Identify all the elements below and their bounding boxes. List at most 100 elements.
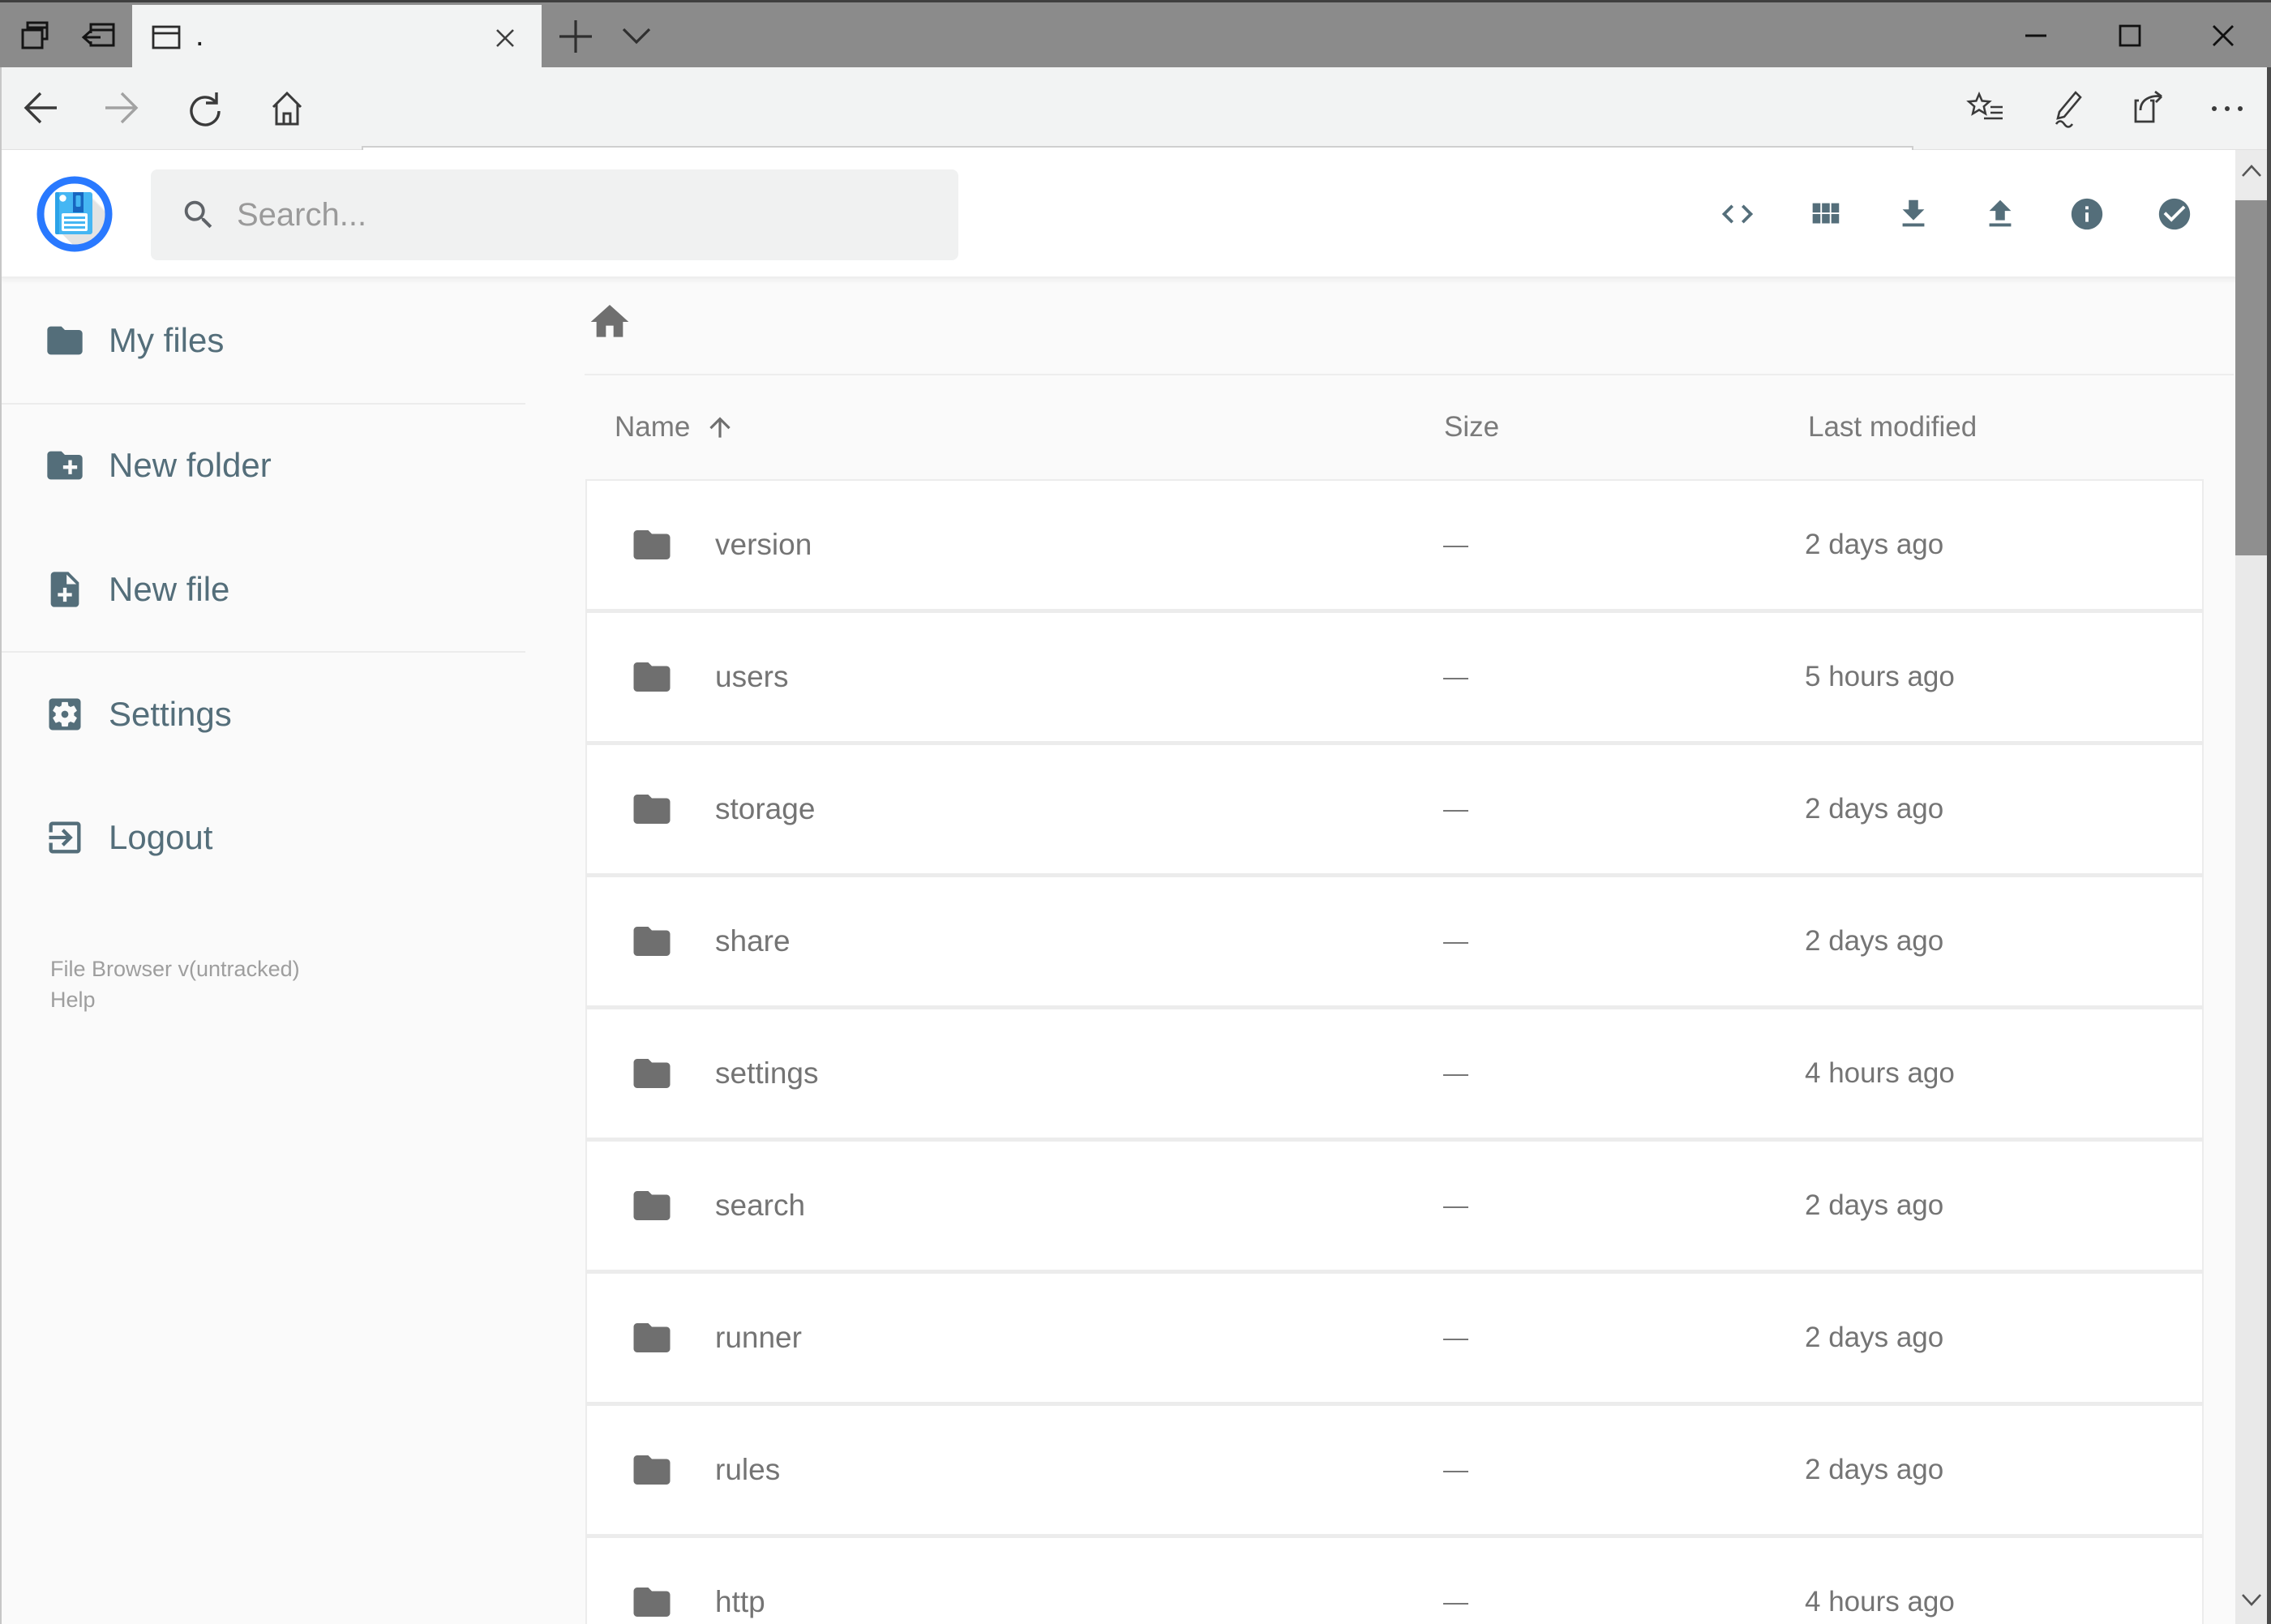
breadcrumb-divider [585, 374, 2234, 375]
scrollbar-up-button[interactable] [2235, 150, 2267, 199]
file-row[interactable]: version — 2 days ago [587, 481, 2202, 609]
file-name: http [715, 1585, 765, 1618]
scrollbar-down-button[interactable] [2235, 1575, 2267, 1624]
sidebar-item-label: Settings [109, 695, 232, 733]
folder-icon [633, 1191, 671, 1220]
filebrowser-header: Search... [0, 150, 2271, 278]
column-header-size[interactable]: Size [1444, 409, 1499, 446]
back-icon[interactable] [21, 90, 60, 129]
file-size: — [1443, 1191, 1468, 1219]
browser-navbar: filebrowser.web/files/ [0, 67, 2271, 207]
sort-ascending-arrow-icon [709, 417, 731, 438]
sidebar-divider [0, 403, 525, 405]
set-tabs-aside-icon[interactable] [79, 19, 118, 54]
file-row[interactable]: settings — 4 hours ago [587, 1009, 2202, 1138]
tab-title: . [195, 19, 204, 53]
screen: . Search... My files New folder New file… [0, 0, 2271, 1624]
file-row[interactable]: search — 2 days ago [587, 1142, 2202, 1270]
shell-code-icon[interactable] [1719, 195, 1756, 233]
file-name: settings [715, 1056, 819, 1090]
info-icon[interactable] [2068, 195, 2106, 233]
file-size: — [1443, 1323, 1468, 1352]
select-check-icon[interactable] [2156, 195, 2193, 233]
maximize-button[interactable] [2119, 24, 2141, 47]
file-size: — [1443, 662, 1468, 691]
share-icon[interactable] [2129, 89, 2168, 128]
file-row[interactable]: share — 2 days ago [587, 877, 2202, 1005]
file-row[interactable]: storage — 2 days ago [587, 745, 2202, 873]
file-modified: 2 days ago [1805, 793, 1944, 825]
sidebar-item-new-file[interactable]: New file [0, 547, 539, 632]
folder-icon [633, 1059, 671, 1088]
sidebar-item-label: Logout [109, 818, 213, 856]
scrollbar-thumb[interactable] [2235, 200, 2267, 555]
sidebar-item-logout[interactable]: Logout [0, 795, 539, 880]
folder-icon [633, 1323, 671, 1352]
settings-more-ellipsis-icon[interactable] [2208, 96, 2247, 121]
file-name: users [715, 660, 789, 693]
close-button[interactable] [2212, 24, 2235, 47]
web-note-pen-icon[interactable] [2048, 89, 2087, 128]
file-modified: 2 days ago [1805, 925, 1944, 957]
folder-icon [633, 530, 671, 559]
new-tab-icon[interactable] [558, 19, 593, 54]
file-name: share [715, 924, 791, 958]
new-file-icon [50, 572, 79, 607]
tab-list-chevron-icon[interactable] [621, 27, 652, 46]
sidebar-footer: File Browser v(untracked) Help [50, 953, 300, 1015]
file-row[interactable]: http — 4 hours ago [587, 1538, 2202, 1624]
tab-preview-icon[interactable] [21, 19, 54, 54]
file-size: — [1443, 1588, 1468, 1616]
column-header-modified-label: Last modified [1808, 411, 1977, 443]
settings-gear-icon [49, 698, 81, 731]
minimize-button[interactable] [2025, 24, 2047, 47]
folder-icon [633, 662, 671, 692]
filebrowser-logo [36, 176, 113, 252]
folder-icon [633, 1455, 671, 1485]
page-favicon [152, 25, 181, 49]
folder-icon [633, 1588, 671, 1617]
file-name: search [715, 1189, 806, 1222]
file-size: — [1443, 795, 1468, 823]
file-name: storage [715, 792, 816, 825]
logout-icon [49, 821, 81, 854]
browser-tab[interactable]: . [132, 5, 542, 70]
tab-close-icon[interactable] [494, 27, 516, 49]
breadcrumb-home-icon[interactable] [587, 299, 632, 345]
sidebar-item-settings[interactable]: Settings [0, 672, 539, 756]
file-size: — [1443, 530, 1468, 559]
file-modified: 2 days ago [1805, 1322, 1944, 1353]
search-placeholder: Search... [237, 197, 367, 233]
create-new-folder-icon [47, 451, 83, 480]
favorites-hub-icon[interactable] [1966, 91, 2005, 126]
file-row[interactable]: runner — 2 days ago [587, 1274, 2202, 1402]
sidebar-divider [0, 651, 525, 653]
column-header-modified[interactable]: Last modified [1808, 409, 1977, 446]
sidebar-item-my-files[interactable]: My files [0, 298, 539, 383]
search-input[interactable]: Search... [151, 169, 958, 260]
help-link[interactable]: Help [50, 984, 300, 1015]
sidebar-item-new-folder[interactable]: New folder [0, 423, 539, 508]
file-modified: 4 hours ago [1805, 1057, 1955, 1089]
file-modified: 2 days ago [1805, 1454, 1944, 1485]
refresh-icon[interactable] [185, 90, 224, 129]
home-icon[interactable] [268, 89, 306, 128]
file-modified: 2 days ago [1805, 529, 1944, 560]
file-row[interactable]: rules — 2 days ago [587, 1406, 2202, 1534]
chevron-down-icon [2242, 1594, 2261, 1606]
column-header-name[interactable]: Name [615, 409, 735, 446]
folder-icon [633, 795, 671, 824]
grid-view-icon[interactable] [1806, 195, 1844, 233]
upload-icon[interactable] [1982, 195, 2019, 233]
column-header-size-label: Size [1444, 411, 1500, 443]
file-modified: 4 hours ago [1805, 1586, 1955, 1618]
column-header-name-label: Name [615, 411, 691, 443]
download-icon[interactable] [1895, 195, 1932, 233]
file-size: — [1443, 927, 1468, 955]
version-text: File Browser v(untracked) [50, 957, 300, 981]
file-name: rules [715, 1453, 781, 1486]
forward-icon[interactable] [102, 90, 141, 129]
folder-icon [633, 927, 671, 956]
file-name: runner [715, 1321, 802, 1354]
file-row[interactable]: users — 5 hours ago [587, 613, 2202, 741]
